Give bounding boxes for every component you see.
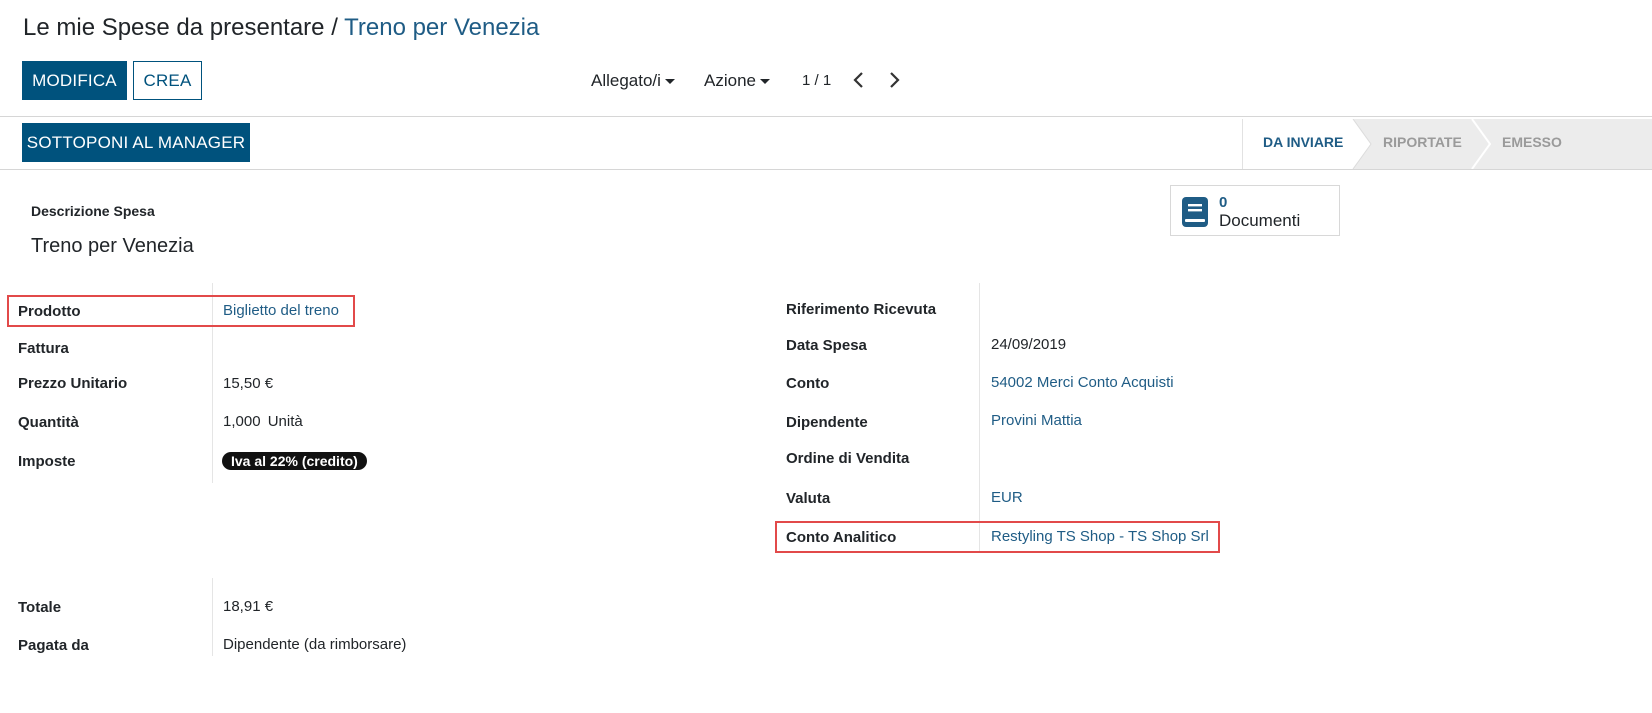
column-divider: [979, 283, 980, 553]
documents-button[interactable]: 0 Documenti: [1170, 185, 1340, 236]
breadcrumb-current: Treno per Venezia: [344, 14, 540, 41]
analytic-label: Conto Analitico: [786, 529, 897, 546]
tax-badge: Iva al 22% (credito): [222, 452, 367, 470]
paid-by-label: Pagata da: [18, 637, 89, 654]
currency-label: Valuta: [786, 490, 831, 507]
stage-reported[interactable]: RIPORTATE: [1383, 134, 1462, 150]
breadcrumb-parent[interactable]: Le mie Spese da presentare: [23, 14, 325, 41]
divider: [0, 169, 1652, 170]
invoice-label: Fattura: [18, 340, 69, 357]
employee-value[interactable]: Provini Mattia: [991, 412, 1082, 429]
submit-to-manager-button[interactable]: SOTTOPONI AL MANAGER: [22, 123, 250, 162]
paid-by-value: Dipendente (da rimborsare): [223, 636, 407, 653]
sale-order-label: Ordine di Vendita: [786, 450, 910, 467]
taxes-label: Imposte: [18, 453, 76, 470]
breadcrumb: Le mie Spese da presentare / Treno per V…: [23, 14, 539, 42]
book-icon: [1181, 196, 1209, 228]
quantity-label: Quantità: [18, 414, 79, 431]
description-label: Descrizione Spesa: [31, 203, 155, 219]
attachments-dropdown[interactable]: Allegato/i: [591, 71, 675, 91]
quantity-number: 1,000: [223, 413, 261, 430]
quantity-value: 1,000 Unità: [223, 413, 303, 430]
quantity-uom: Unità: [267, 413, 303, 430]
caret-down-icon: [664, 79, 675, 85]
date-value: 24/09/2019: [991, 336, 1067, 353]
currency-value[interactable]: EUR: [991, 489, 1023, 506]
total-value: 18,91 €: [223, 598, 274, 615]
total-label: Totale: [18, 599, 62, 616]
breadcrumb-separator: /: [331, 14, 338, 41]
employee-label: Dipendente: [786, 414, 868, 431]
pager-next-icon[interactable]: [886, 71, 902, 89]
unit-price-label: Prezzo Unitario: [18, 375, 128, 392]
action-dropdown[interactable]: Azione: [704, 71, 770, 91]
attachments-label: Allegato/i: [591, 71, 661, 90]
product-label: Prodotto: [18, 303, 81, 320]
pager-value[interactable]: 1 / 1: [802, 72, 831, 89]
account-value[interactable]: 54002 Merci Conto Acquisti: [991, 374, 1174, 391]
product-value[interactable]: Biglietto del treno: [223, 302, 339, 319]
documents-label: Documenti: [1219, 211, 1301, 230]
analytic-value[interactable]: Restyling TS Shop - TS Shop Srl: [991, 528, 1209, 545]
pager-previous-icon[interactable]: [851, 71, 867, 89]
receipt-ref-label: Riferimento Ricevuta: [786, 301, 937, 318]
edit-button[interactable]: MODIFICA: [22, 61, 127, 100]
date-label: Data Spesa: [786, 337, 867, 354]
create-button[interactable]: CREA: [133, 61, 202, 100]
column-divider: [212, 578, 213, 656]
account-label: Conto: [786, 375, 830, 392]
action-label: Azione: [704, 71, 756, 90]
unit-price-value: 15,50 €: [223, 375, 274, 392]
stage-to-submit[interactable]: DA INVIARE: [1263, 134, 1343, 150]
stage-issued[interactable]: EMESSO: [1502, 134, 1562, 150]
documents-count: 0: [1219, 194, 1228, 211]
description-value: Treno per Venezia: [31, 235, 194, 257]
caret-down-icon: [759, 79, 770, 85]
divider: [0, 116, 1652, 117]
status-stages: DA INVIARE RIPORTATE EMESSO: [1242, 119, 1652, 169]
